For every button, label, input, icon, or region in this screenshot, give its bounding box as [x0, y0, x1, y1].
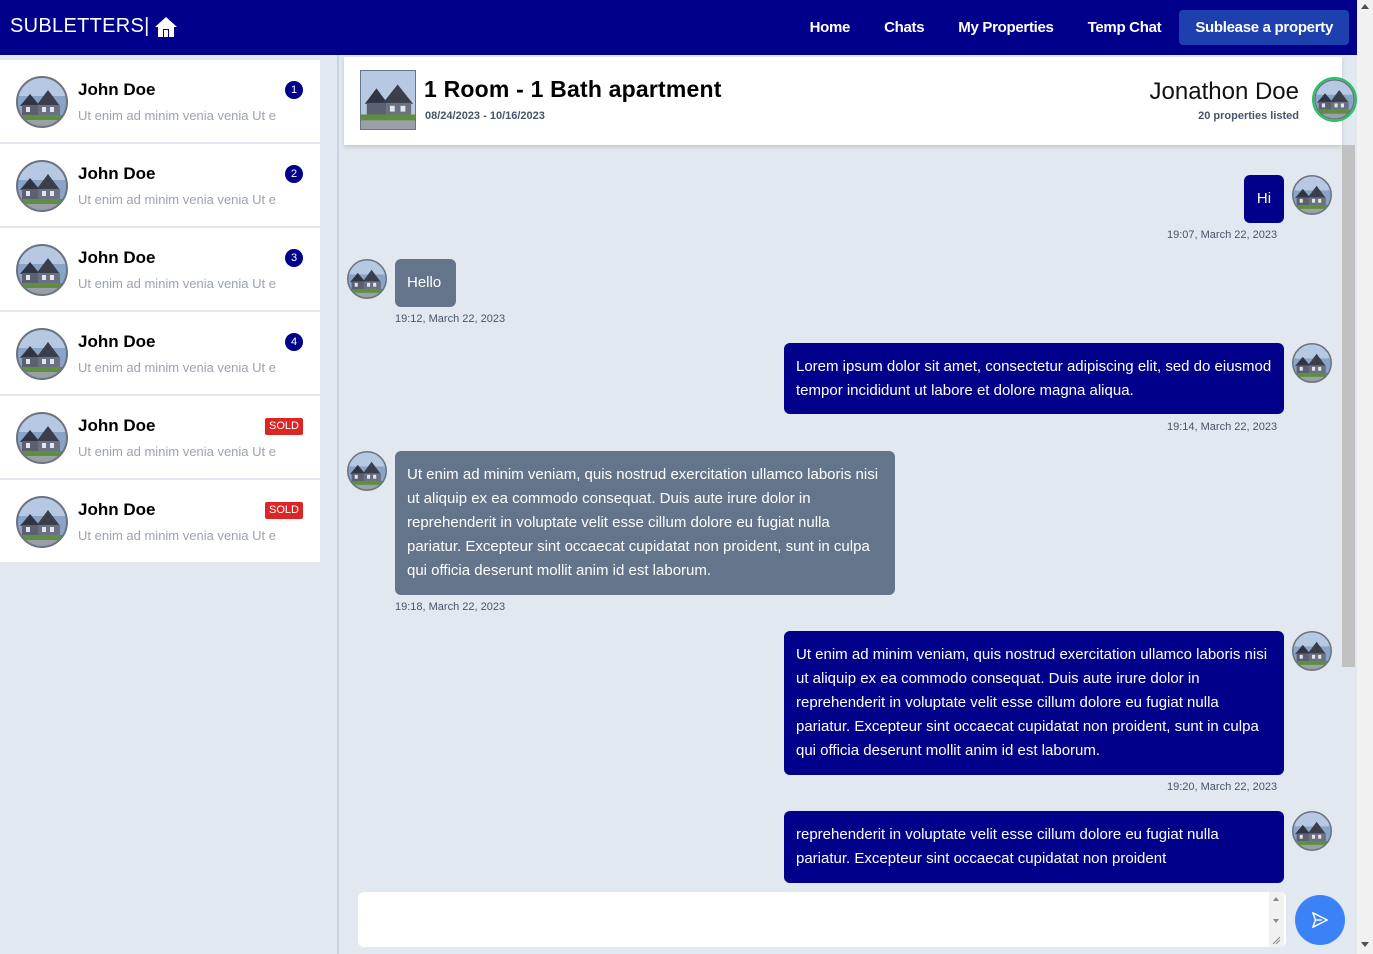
chat-list-item[interactable]: John Doe Ut enim ad minim venia venia Ut…: [0, 480, 320, 564]
pane-divider: [337, 55, 339, 954]
message-timestamp: 19:12, March 22, 2023: [395, 313, 506, 325]
host-name[interactable]: Jonathon Doe: [1150, 78, 1299, 106]
user-avatar: [1292, 343, 1332, 383]
message-preview: Ut enim ad minim venia venia Ut e: [78, 108, 276, 123]
chat-list-sidebar: John Doe Ut enim ad minim venia venia Ut…: [0, 55, 320, 954]
message-timestamp: 19:14, March 22, 2023: [1167, 421, 1278, 433]
nav-home-link[interactable]: Home: [793, 19, 867, 36]
message-timestamp: 19:07, March 22, 2023: [1167, 229, 1278, 241]
message-preview: Ut enim ad minim venia venia Ut e: [78, 444, 276, 459]
contact-avatar: [16, 160, 68, 212]
outgoing-message: Hi: [1244, 175, 1284, 223]
message-input[interactable]: [358, 892, 1286, 947]
incoming-message: Hello: [395, 259, 456, 307]
user-avatar: [1292, 811, 1332, 851]
unread-count-badge: 1: [285, 81, 303, 99]
sold-badge: SOLD: [265, 418, 303, 435]
message-preview: Ut enim ad minim venia venia Ut e: [78, 276, 276, 291]
nav-chats-link[interactable]: Chats: [867, 19, 941, 36]
host-properties-count: 20 properties listed: [1198, 110, 1299, 122]
contact-avatar: [16, 496, 68, 548]
message-timestamp: 19:18, March 22, 2023: [395, 601, 506, 613]
send-button[interactable]: [1295, 895, 1345, 945]
unread-count-badge: 4: [285, 333, 303, 351]
scroll-down-arrow-icon[interactable]: [1361, 942, 1369, 947]
sender-avatar: [347, 451, 387, 491]
outgoing-message: reprehenderit in voluptate velit esse ci…: [784, 811, 1284, 883]
chat-header: 1 Room - 1 Bath apartment 08/24/2023 - 1…: [344, 57, 1357, 145]
send-icon: [1312, 912, 1328, 928]
brand-logo[interactable]: SUBLETTERS|: [10, 15, 178, 38]
contact-avatar: [16, 76, 68, 128]
property-dates: 08/24/2023 - 10/16/2023: [425, 110, 545, 122]
composer-scroll-up-icon[interactable]: [1273, 897, 1279, 901]
message-timestamp: 19:20, March 22, 2023: [1167, 781, 1278, 793]
outgoing-message: Ut enim ad minim veniam, quis nostrud ex…: [784, 631, 1284, 775]
sender-avatar: [347, 259, 387, 299]
brand-name: SUBLETTERS|: [10, 15, 150, 37]
unread-count-badge: 2: [285, 165, 303, 183]
resize-grip-icon[interactable]: [1272, 936, 1281, 945]
property-title: 1 Room - 1 Bath apartment: [424, 76, 722, 102]
incoming-message: Ut enim ad minim veniam, quis nostrud ex…: [395, 451, 895, 595]
message-preview: Ut enim ad minim venia venia Ut e: [78, 528, 276, 543]
contact-name: John Doe: [78, 80, 156, 99]
nav-my-properties-link[interactable]: My Properties: [941, 19, 1070, 36]
sublease-property-button[interactable]: Sublease a property: [1179, 10, 1349, 45]
composer-scrollbar[interactable]: [1269, 892, 1284, 947]
chat-list: John Doe Ut enim ad minim venia venia Ut…: [0, 60, 320, 564]
composer-scroll-down-icon[interactable]: [1273, 919, 1279, 923]
contact-name: John Doe: [78, 164, 156, 183]
contact-name: John Doe: [78, 332, 156, 351]
contact-avatar: [16, 412, 68, 464]
message-preview: Ut enim ad minim venia venia Ut e: [78, 192, 276, 207]
user-avatar: [1292, 175, 1332, 215]
top-navbar: SUBLETTERS| Home Chats My Properties Tem…: [0, 0, 1373, 55]
messages-scrollbar-thumb[interactable]: [1342, 145, 1355, 667]
host-avatar[interactable]: [1312, 77, 1357, 122]
page-scrollbar[interactable]: [1357, 0, 1373, 954]
chat-list-item[interactable]: John Doe Ut enim ad minim venia venia Ut…: [0, 60, 320, 144]
chat-list-item[interactable]: John Doe Ut enim ad minim venia venia Ut…: [0, 396, 320, 480]
outgoing-message: Lorem ipsum dolor sit amet, consectetur …: [784, 343, 1284, 414]
property-thumbnail[interactable]: [360, 70, 416, 130]
scroll-up-arrow-icon[interactable]: [1361, 4, 1369, 9]
contact-name: John Doe: [78, 500, 156, 519]
sold-badge: SOLD: [265, 502, 303, 519]
contact-avatar: [16, 328, 68, 380]
nav-links: Home Chats My Properties Temp Chat Suble…: [793, 10, 1349, 45]
user-avatar: [1292, 631, 1332, 671]
chat-list-item[interactable]: John Doe Ut enim ad minim venia venia Ut…: [0, 312, 320, 396]
house-icon: [154, 16, 177, 37]
nav-temp-chat-link[interactable]: Temp Chat: [1071, 19, 1179, 36]
message-preview: Ut enim ad minim venia venia Ut e: [78, 360, 276, 375]
contact-name: John Doe: [78, 416, 156, 435]
chat-list-item[interactable]: John Doe Ut enim ad minim venia venia Ut…: [0, 144, 320, 228]
contact-avatar: [16, 244, 68, 296]
contact-name: John Doe: [78, 248, 156, 267]
unread-count-badge: 3: [285, 249, 303, 267]
chat-list-item[interactable]: John Doe Ut enim ad minim venia venia Ut…: [0, 228, 320, 312]
